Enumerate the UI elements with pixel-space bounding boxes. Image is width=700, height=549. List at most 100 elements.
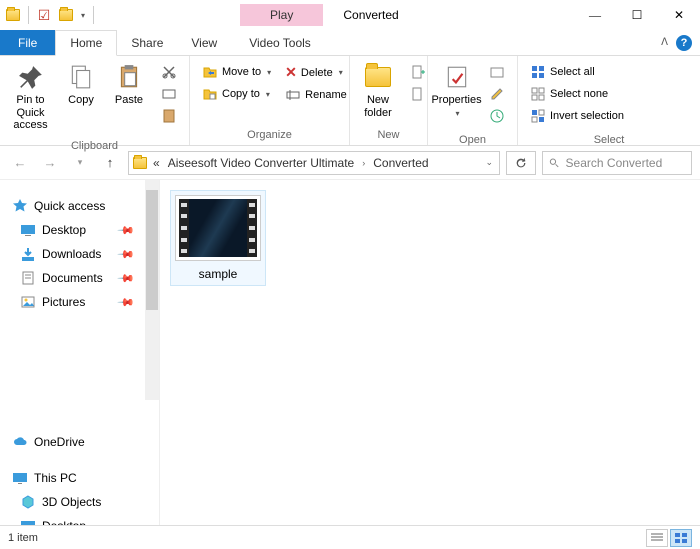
separator <box>28 6 29 24</box>
rename-icon <box>285 87 301 103</box>
sidebar-scrollbar[interactable] <box>145 180 159 400</box>
pictures-label: Pictures <box>42 295 85 309</box>
ribbon-group-select: Select all Select none Invert selection … <box>518 56 700 145</box>
pin-to-quick-access-button[interactable]: Pin to Quick access <box>6 60 55 134</box>
pin-icon: 📌 <box>117 245 136 264</box>
up-button[interactable]: ↑ <box>98 151 122 175</box>
file-list[interactable]: sample <box>160 180 700 525</box>
delete-icon: ✕ <box>285 64 297 81</box>
scrollbar-thumb[interactable] <box>146 190 158 310</box>
sidebar-pictures[interactable]: Pictures 📌 <box>4 290 155 314</box>
minimize-button[interactable]: — <box>574 0 616 30</box>
cloud-icon <box>12 434 28 450</box>
new-folder-button[interactable]: New folder <box>356 60 400 121</box>
history-button[interactable] <box>485 106 509 126</box>
back-button[interactable]: ← <box>8 151 32 175</box>
sidebar-this-pc[interactable]: This PC <box>4 466 155 490</box>
delete-label: Delete <box>301 67 333 79</box>
play-context-label[interactable]: Play <box>240 4 323 26</box>
details-view-button[interactable] <box>646 529 668 547</box>
help-button[interactable]: ? <box>676 35 692 51</box>
quick-access-label: Quick access <box>34 199 105 213</box>
pc-icon <box>12 470 28 486</box>
collapse-ribbon-button[interactable]: ᐱ <box>661 37 668 48</box>
sidebar-downloads[interactable]: Downloads 📌 <box>4 242 155 266</box>
organize-label: Organize <box>190 127 349 145</box>
paste-label: Paste <box>115 94 143 107</box>
select-all-button[interactable]: Select all <box>526 62 628 82</box>
copy-path-button[interactable] <box>157 84 181 104</box>
invert-icon <box>530 108 546 124</box>
chevron-down-icon[interactable]: ⌄ <box>483 157 495 168</box>
details-icon <box>651 533 663 543</box>
address-bar-row: ← → ▾ ↑ « Aiseesoft Video Converter Ulti… <box>0 146 700 180</box>
delete-button[interactable]: ✕ Delete▾ <box>281 62 351 83</box>
cut-button[interactable] <box>157 62 181 82</box>
move-to-button[interactable]: Move to▾ <box>198 62 275 82</box>
sidebar-documents[interactable]: Documents 📌 <box>4 266 155 290</box>
tab-file[interactable]: File <box>0 30 55 55</box>
new-item-button[interactable] <box>406 62 430 82</box>
folder-icon[interactable] <box>4 6 22 24</box>
navigation-pane: Quick access Desktop 📌 Downloads 📌 Docum… <box>0 180 160 525</box>
ribbon-tabs: File Home Share View Video Tools ᐱ ? <box>0 30 700 56</box>
copy-button[interactable]: Copy <box>59 60 103 109</box>
paste-shortcut-button[interactable] <box>157 106 181 126</box>
easy-access-button[interactable] <box>406 84 430 104</box>
breadcrumb-part[interactable]: Converted <box>371 156 430 170</box>
move-to-label: Move to <box>222 66 261 78</box>
open-button[interactable] <box>485 62 509 82</box>
new-folder-qat-icon[interactable] <box>57 6 75 24</box>
tab-share[interactable]: Share <box>117 30 177 55</box>
thumbnails-view-button[interactable] <box>670 529 692 547</box>
close-button[interactable]: ✕ <box>658 0 700 30</box>
tab-view[interactable]: View <box>177 30 231 55</box>
sidebar-desktop2[interactable]: Desktop <box>4 514 155 525</box>
chevron-right-icon[interactable]: › <box>360 158 367 168</box>
invert-selection-button[interactable]: Invert selection <box>526 106 628 126</box>
search-box[interactable] <box>542 151 692 175</box>
breadcrumb-part[interactable]: Aiseesoft Video Converter Ultimate <box>166 156 357 170</box>
recent-dropdown[interactable]: ▾ <box>68 151 92 175</box>
status-bar: 1 item <box>0 525 700 549</box>
edit-button[interactable] <box>485 84 509 104</box>
maximize-button[interactable]: ☐ <box>616 0 658 30</box>
properties-button[interactable]: Properties ▾ <box>434 60 479 121</box>
file-name: sample <box>199 267 238 281</box>
tab-video-tools[interactable]: Video Tools <box>235 30 325 55</box>
sidebar-3d-objects[interactable]: 3D Objects <box>4 490 155 514</box>
new-folder-label: New folder <box>360 94 396 119</box>
desktop-icon <box>20 222 36 238</box>
qat-dropdown[interactable]: ▾ <box>79 11 87 20</box>
move-to-icon <box>202 64 218 80</box>
main-pane: Quick access Desktop 📌 Downloads 📌 Docum… <box>0 180 700 525</box>
refresh-button[interactable] <box>506 151 536 175</box>
select-label: Select <box>518 132 700 150</box>
3d-objects-label: 3D Objects <box>42 495 101 509</box>
sidebar-quick-access[interactable]: Quick access <box>4 194 155 218</box>
paste-button[interactable]: Paste <box>107 60 151 109</box>
properties-qat-icon[interactable]: ☑ <box>35 6 53 24</box>
tab-home[interactable]: Home <box>55 30 117 56</box>
star-icon <box>12 198 28 214</box>
select-all-icon <box>530 64 546 80</box>
pin-icon: 📌 <box>117 269 136 288</box>
open-label: Open <box>428 132 517 150</box>
folder-icon <box>133 157 147 169</box>
forward-button[interactable]: → <box>38 151 62 175</box>
pin-icon <box>16 62 46 92</box>
properties-icon <box>442 62 472 92</box>
copy-to-button[interactable]: Copy to▾ <box>198 84 275 104</box>
ribbon-group-clipboard: Pin to Quick access Copy Paste Clipboard <box>0 56 190 145</box>
sidebar-onedrive[interactable]: OneDrive <box>4 430 155 454</box>
file-item[interactable]: sample <box>170 190 266 286</box>
search-input[interactable] <box>566 156 685 170</box>
address-bar[interactable]: « Aiseesoft Video Converter Ultimate › C… <box>128 151 500 175</box>
sidebar-desktop[interactable]: Desktop 📌 <box>4 218 155 242</box>
rename-button[interactable]: Rename <box>281 85 351 105</box>
desktop-label: Desktop <box>42 223 86 237</box>
copy-to-icon <box>202 86 218 102</box>
select-none-button[interactable]: Select none <box>526 84 628 104</box>
rename-label: Rename <box>305 89 347 101</box>
quick-access-toolbar: ☑ ▾ <box>0 6 100 24</box>
